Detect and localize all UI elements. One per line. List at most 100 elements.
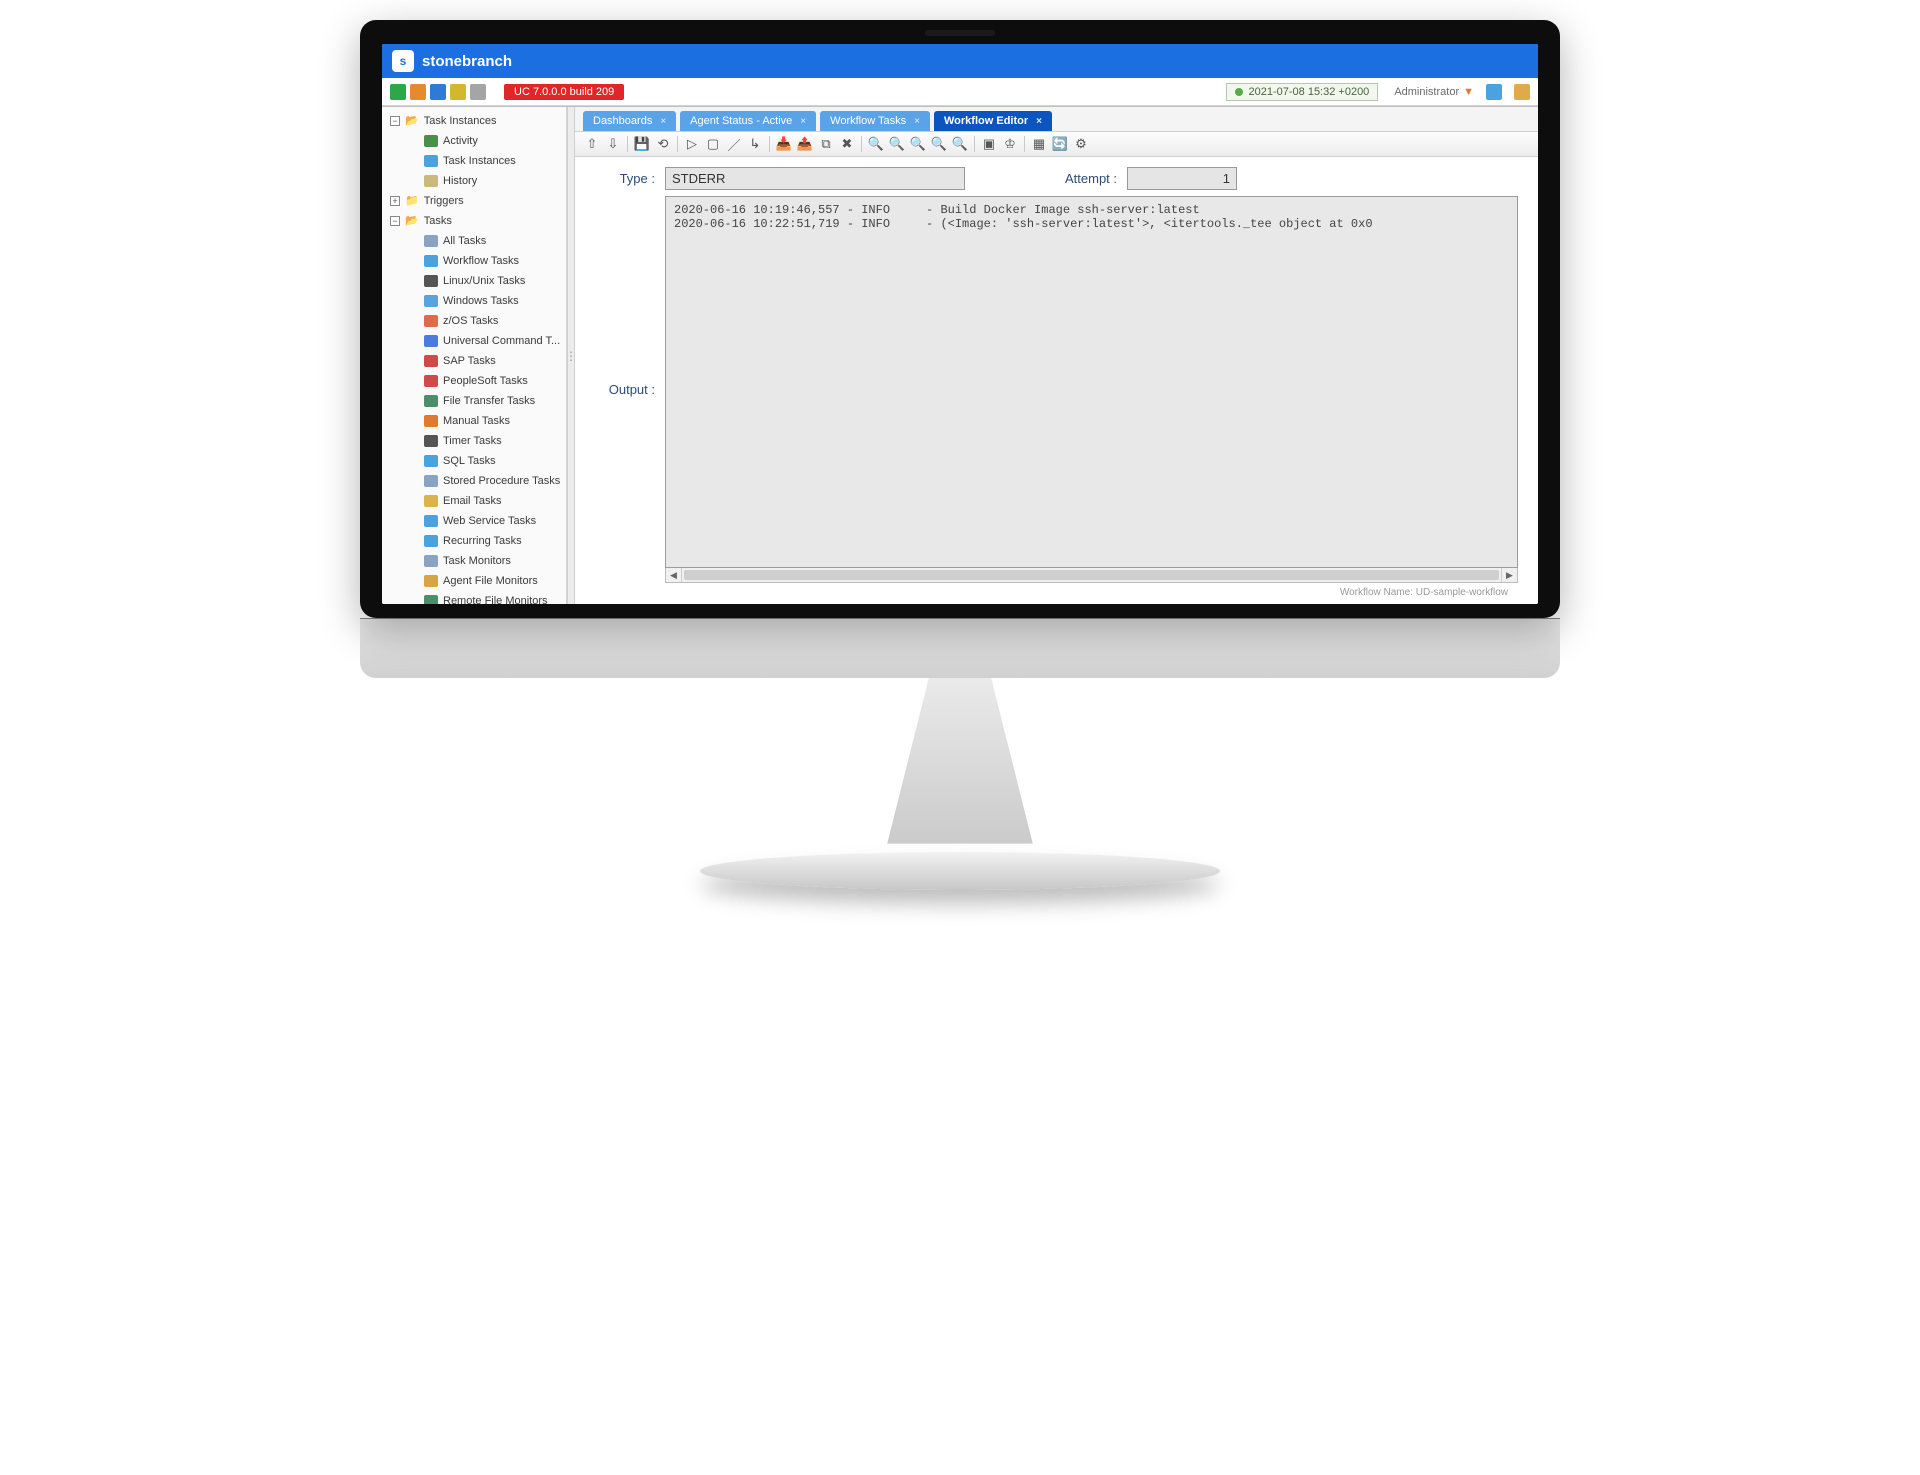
datetime-label: 2021-07-08 15:32 +0200 (1249, 86, 1370, 98)
tree-item-task-instances[interactable]: Task Instances (386, 151, 566, 171)
help-icon[interactable] (1514, 84, 1530, 100)
tab[interactable]: Workflow Editor× (934, 111, 1052, 131)
module-icon[interactable] (390, 84, 406, 100)
task-type-icon (424, 435, 438, 447)
task-icon (424, 155, 438, 167)
task-type-icon (424, 595, 438, 604)
scroll-left-icon[interactable]: ◀ (666, 568, 682, 582)
task-type-icon (424, 415, 438, 427)
tree-item[interactable]: z/OS Tasks (386, 311, 566, 331)
import-icon[interactable]: 📥 (775, 135, 793, 153)
grid-icon[interactable]: ▦ (1030, 135, 1048, 153)
history-icon (424, 175, 438, 187)
tree-item[interactable]: Agent File Monitors (386, 571, 566, 591)
output-textarea[interactable]: 2020-06-16 10:19:46,557 - INFO - Build D… (665, 196, 1518, 568)
tree-item[interactable]: Manual Tasks (386, 411, 566, 431)
tree-item[interactable]: Universal Command T... (386, 331, 566, 351)
status-dot-icon (1235, 88, 1243, 96)
tree-node-task-instances[interactable]: − 📂 Task Instances (386, 111, 566, 131)
content-panel: Type : Attempt : Output : 2020-06-16 10:… (575, 157, 1538, 604)
node-icon[interactable]: ▢ (704, 135, 722, 153)
tree-item-activity[interactable]: Activity (386, 131, 566, 151)
close-icon[interactable]: × (800, 116, 806, 127)
save-icon[interactable]: 💾 (633, 135, 651, 153)
logo-icon: s (392, 50, 414, 72)
main-panel: Dashboards×Agent Status - Active×Workflo… (575, 107, 1538, 604)
task-type-icon (424, 315, 438, 327)
zoom-region-icon[interactable]: 🔍 (951, 135, 969, 153)
close-icon[interactable]: × (1036, 116, 1042, 127)
tree-item[interactable]: PeopleSoft Tasks (386, 371, 566, 391)
scrollbar-thumb[interactable] (684, 570, 1499, 580)
tree-item[interactable]: Linux/Unix Tasks (386, 271, 566, 291)
tab[interactable]: Workflow Tasks× (820, 111, 930, 131)
tree-item[interactable]: Timer Tasks (386, 431, 566, 451)
zoom-in-icon[interactable]: 🔍 (867, 135, 885, 153)
module-icon[interactable] (450, 84, 466, 100)
tree-item[interactable]: SQL Tasks (386, 451, 566, 471)
hierarchy-icon[interactable]: ♔ (1001, 135, 1019, 153)
tree-item[interactable]: Stored Procedure Tasks (386, 471, 566, 491)
tab-bar: Dashboards×Agent Status - Active×Workflo… (575, 107, 1538, 131)
export-icon[interactable]: 📤 (796, 135, 814, 153)
tree-item[interactable]: Windows Tasks (386, 291, 566, 311)
settings-icon[interactable]: ⚙ (1072, 135, 1090, 153)
chevron-down-icon: ▼ (1463, 86, 1474, 98)
tree-item[interactable]: Workflow Tasks (386, 251, 566, 271)
tree-item[interactable]: Web Service Tasks (386, 511, 566, 531)
clone-icon[interactable]: ⧉ (817, 135, 835, 153)
scroll-right-icon[interactable]: ▶ (1501, 568, 1517, 582)
task-type-icon (424, 455, 438, 467)
tree-item[interactable]: Remote File Monitors (386, 591, 566, 604)
window-icon[interactable]: ▣ (980, 135, 998, 153)
delete-icon[interactable]: ✖ (838, 135, 856, 153)
tree-item[interactable]: Task Monitors (386, 551, 566, 571)
connector-icon[interactable]: ↳ (746, 135, 764, 153)
zoom-out-icon[interactable]: 🔍 (888, 135, 906, 153)
server-datetime: 2021-07-08 15:32 +0200 (1226, 83, 1379, 101)
module-icon[interactable] (410, 84, 426, 100)
user-menu[interactable]: Administrator ▼ (1394, 86, 1474, 98)
splitter-handle[interactable] (567, 107, 575, 604)
tree-item[interactable]: Recurring Tasks (386, 531, 566, 551)
brand-label: stonebranch (422, 53, 512, 70)
collapse-icon[interactable]: − (390, 216, 400, 226)
app-header: s stonebranch (382, 44, 1538, 78)
meta-bar: UC 7.0.0.0 build 209 2021-07-08 15:32 +0… (382, 78, 1538, 106)
output-label: Output : (595, 382, 655, 397)
type-input[interactable] (665, 167, 965, 190)
branch-icon[interactable]: ▷ (683, 135, 701, 153)
layout-icon[interactable] (1486, 84, 1502, 100)
tab[interactable]: Agent Status - Active× (680, 111, 816, 131)
close-icon[interactable]: × (660, 116, 666, 127)
type-label: Type : (595, 171, 655, 186)
tree-item[interactable]: SAP Tasks (386, 351, 566, 371)
tree-item-history[interactable]: History (386, 171, 566, 191)
collapse-icon[interactable]: − (390, 116, 400, 126)
attempt-input[interactable] (1127, 167, 1237, 190)
rewind-icon[interactable]: ⟲ (654, 135, 672, 153)
tree-item[interactable]: File Transfer Tasks (386, 391, 566, 411)
task-type-icon (424, 475, 438, 487)
gear-icon[interactable] (470, 84, 486, 100)
tree-item[interactable]: All Tasks (386, 231, 566, 251)
tree-item[interactable]: Email Tasks (386, 491, 566, 511)
task-type-icon (424, 275, 438, 287)
close-icon[interactable]: × (914, 116, 920, 127)
task-type-icon (424, 375, 438, 387)
tree-node-tasks[interactable]: − 📂 Tasks (386, 211, 566, 231)
horizontal-scrollbar[interactable]: ◀ ▶ (665, 567, 1518, 583)
expand-icon[interactable]: + (390, 196, 400, 206)
zoom-fit-icon[interactable]: 🔍 (930, 135, 948, 153)
quick-icons (390, 84, 486, 100)
back-icon[interactable]: ⇧ (583, 135, 601, 153)
link-icon[interactable]: ／ (725, 135, 743, 153)
forward-icon[interactable]: ⇩ (604, 135, 622, 153)
task-type-icon (424, 255, 438, 267)
editor-toolbar: ⇧⇩💾⟲▷▢／↳📥📤⧉✖🔍🔍🔍🔍🔍▣♔▦🔄⚙ (575, 131, 1538, 157)
refresh-icon[interactable]: 🔄 (1051, 135, 1069, 153)
module-icon[interactable] (430, 84, 446, 100)
tab[interactable]: Dashboards× (583, 111, 676, 131)
tree-node-triggers[interactable]: + 📁 Triggers (386, 191, 566, 211)
zoom-reset-icon[interactable]: 🔍 (909, 135, 927, 153)
